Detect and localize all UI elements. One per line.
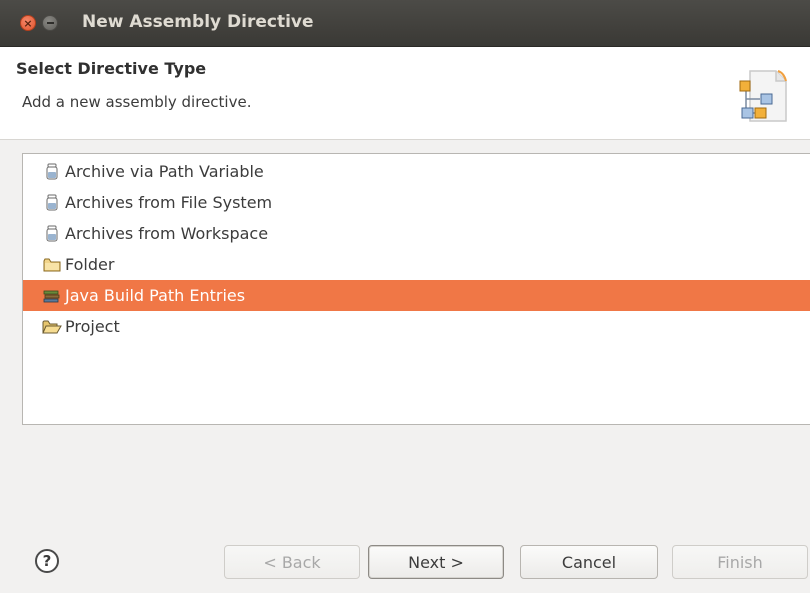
jar-icon [41,224,63,244]
minimize-icon [46,22,54,24]
wizard-header: Select Directive Type Add a new assembly… [0,47,810,140]
help-button[interactable]: ? [35,549,59,573]
list-item-project[interactable]: Project [23,311,810,342]
list-item-archives-from-workspace[interactable]: Archives from Workspace [23,218,810,249]
page-description: Add a new assembly directive. [22,93,252,111]
list-item-label: Project [65,317,120,336]
title-bar: × New Assembly Directive [0,0,810,47]
next-button-label: Next > [408,552,464,572]
back-button-label: < Back [263,552,321,572]
jar-icon [41,193,63,213]
folder-icon [41,255,63,275]
minimize-window-button[interactable] [42,15,58,31]
next-button[interactable]: Next > [368,545,504,579]
jar-icon [41,162,63,182]
list-item-archive-via-path-variable[interactable]: Archive via Path Variable [23,156,810,187]
list-item-label: Folder [65,255,115,274]
list-item-label: Archives from Workspace [65,224,269,243]
close-window-button[interactable]: × [20,15,36,31]
list-item-label: Archives from File System [65,193,273,212]
list-item-label: Java Build Path Entries [65,286,246,305]
finish-button-label: Finish [717,552,763,572]
list-item-folder[interactable]: Folder [23,249,810,280]
page-title: Select Directive Type [16,59,207,78]
list-item-label: Archive via Path Variable [65,162,264,181]
library-icon [41,286,63,306]
help-icon: ? [42,552,52,570]
wizard-banner-icon [739,70,787,122]
window-title: New Assembly Directive [82,12,314,32]
directive-type-list[interactable]: Archive via Path Variable Archives from … [22,153,810,425]
back-button[interactable]: < Back [224,545,360,579]
cancel-button-label: Cancel [561,552,617,572]
list-item-archives-from-file-system[interactable]: Archives from File System [23,187,810,218]
list-item-java-build-path-entries[interactable]: Java Build Path Entries [23,280,810,311]
finish-button[interactable]: Finish [672,545,808,579]
cancel-button[interactable]: Cancel [520,545,658,579]
open-folder-icon [41,317,63,337]
